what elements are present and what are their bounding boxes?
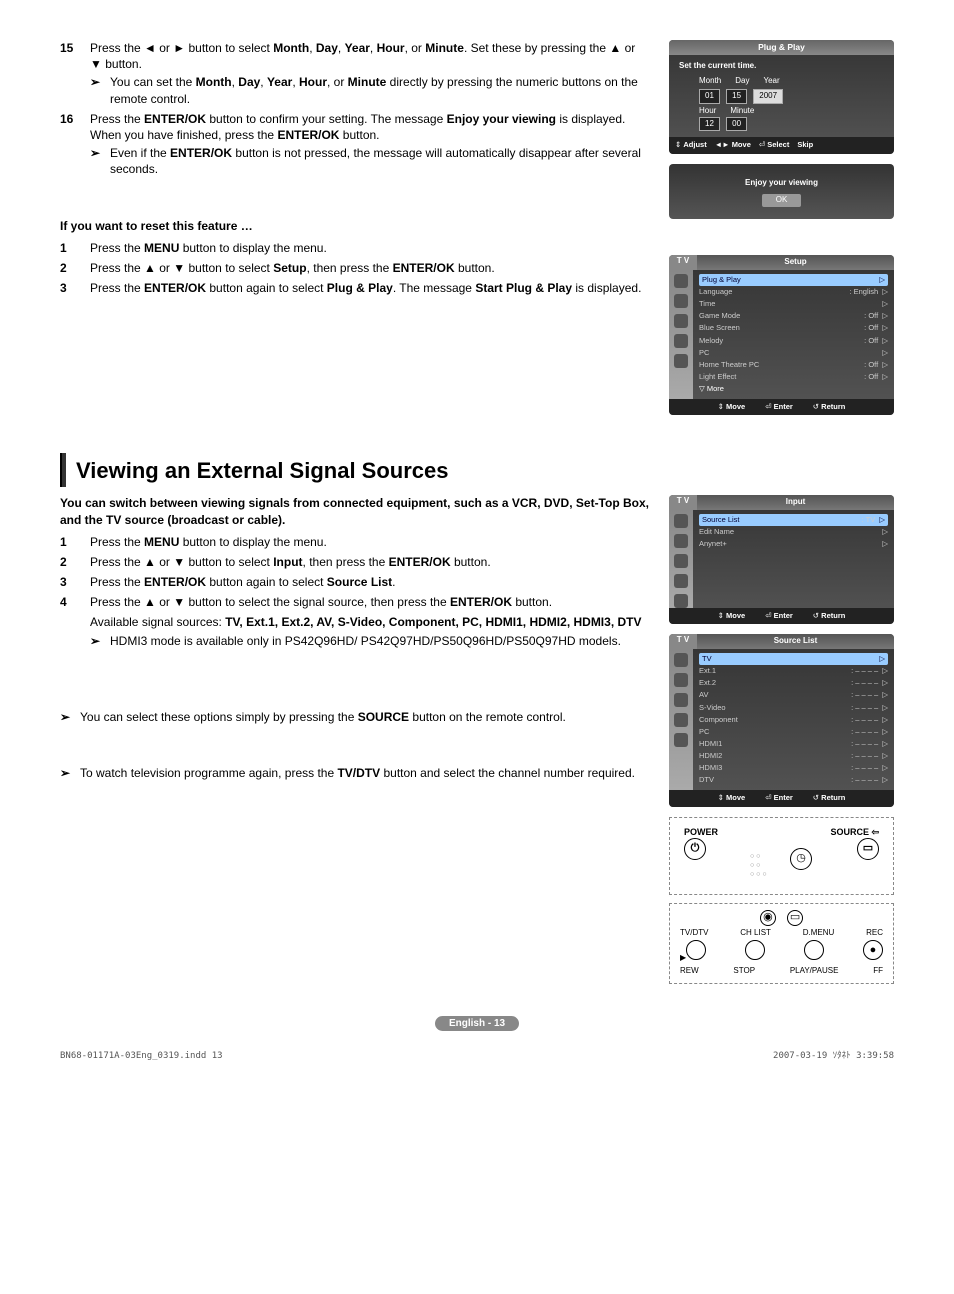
ok-button: OK: [762, 194, 802, 207]
remote-diagram-tvdtv: ◉ ▭ TV/DTVCH LISTD.MENUREC ▶ ● REWSTOPPL…: [669, 903, 894, 984]
hand-icon: ➢: [90, 145, 110, 177]
reset-step-1: 1 Press the MENU button to display the m…: [60, 240, 649, 256]
osd-menu-item: TV▷: [699, 653, 888, 665]
reset-step-3: 3 Press the ENTER/OK button again to sel…: [60, 280, 649, 296]
osd-menu-item: Edit Name▷: [699, 526, 888, 538]
section-title: Viewing an External Signal Sources: [60, 453, 894, 487]
osd-category-icons: [669, 510, 693, 608]
reset-heading: If you want to reset this feature …: [60, 218, 649, 234]
hand-icon: ➢: [90, 74, 110, 106]
osd-menu-item: Light Effect: Off▷: [699, 371, 888, 383]
tvdtv-button-icon: [686, 940, 706, 960]
section-intro: You can switch between viewing signals f…: [60, 495, 649, 527]
ext-step-2: 2Press the ▲ or ▼ button to select Input…: [60, 554, 649, 570]
rec-button-icon: ●: [863, 940, 883, 960]
osd-menu-item: Component: – – – –▷: [699, 714, 888, 726]
osd-menu-item: S-Video: – – – –▷: [699, 702, 888, 714]
step-15: 15 Press the ◄ or ► button to select Mon…: [60, 40, 649, 107]
ext-step-4: 4 Press the ▲ or ▼ button to select the …: [60, 594, 649, 649]
osd-enjoy: Enjoy your viewing OK: [669, 164, 894, 220]
osd-menu-item: HDMI3: – – – –▷: [699, 762, 888, 774]
source-button-icon: ▭: [857, 838, 879, 860]
print-footer: BN68-01171A-03Eng_0319.indd 13 2007-03-1…: [60, 1050, 894, 1062]
ext-step-1: 1Press the MENU button to display the me…: [60, 534, 649, 550]
dmenu-button-icon: [804, 940, 824, 960]
ext-step-3: 3Press the ENTER/OK button again to sele…: [60, 574, 649, 590]
osd-menu-item: Source List: TV▷: [699, 514, 888, 526]
osd-menu-item: Time▷: [699, 298, 888, 310]
osd-menu-item: Plug & Play▷: [699, 274, 888, 286]
hand-icon: ➢: [60, 765, 80, 781]
osd-plug-play: Plug & Play Set the current time. Month …: [669, 40, 894, 154]
osd-menu-item: Language: English▷: [699, 286, 888, 298]
osd-menu-item: Blue Screen: Off▷: [699, 322, 888, 334]
osd-more: ▽ More: [699, 383, 888, 395]
step-num: 16: [60, 111, 90, 178]
step-num: 15: [60, 40, 90, 107]
hand-icon: ➢: [60, 709, 80, 725]
hand-icon: ➢: [90, 633, 110, 649]
chlist-button-icon: [745, 940, 765, 960]
power-icon: ⏻: [684, 838, 706, 860]
osd-setup: T VSetup Plug & Play▷Language: English▷T…: [669, 255, 894, 415]
osd-menu-item: HDMI2: – – – –▷: [699, 750, 888, 762]
page-number: English - 13: [60, 1014, 894, 1031]
osd-menu-item: Home Theatre PC: Off▷: [699, 359, 888, 371]
osd-menu-item: DTV: – – – –▷: [699, 774, 888, 786]
section-bar-icon: [60, 453, 66, 487]
osd-menu-item: Ext.1: – – – –▷: [699, 665, 888, 677]
osd-category-icons: [669, 649, 693, 790]
osd-source-list: T VSource List TV▷Ext.1: – – – –▷Ext.2: …: [669, 634, 894, 806]
osd-menu-item: HDMI1: – – – –▷: [699, 738, 888, 750]
osd-input: T VInput Source List: TV▷Edit Name▷Anyne…: [669, 495, 894, 624]
remote-diagram-power-source: POWER⏻ SOURCE ⇦▭ ○ ○○ ○○ ○ ○ ◷: [669, 817, 894, 895]
reset-step-2: 2 Press the ▲ or ▼ button to select Setu…: [60, 260, 649, 276]
osd-menu-item: Game Mode: Off▷: [699, 310, 888, 322]
osd-category-icons: [669, 270, 693, 399]
osd-menu-item: PC▷: [699, 347, 888, 359]
osd-menu-item: AV: – – – –▷: [699, 689, 888, 701]
osd-menu-item: Ext.2: – – – –▷: [699, 677, 888, 689]
step-16: 16 Press the ENTER/OK button to confirm …: [60, 111, 649, 178]
osd-menu-item: Melody: Off▷: [699, 335, 888, 347]
osd-menu-item: PC: – – – –▷: [699, 726, 888, 738]
remote-button-icon: ◷: [790, 848, 812, 870]
osd-menu-item: Anynet+▷: [699, 538, 888, 550]
